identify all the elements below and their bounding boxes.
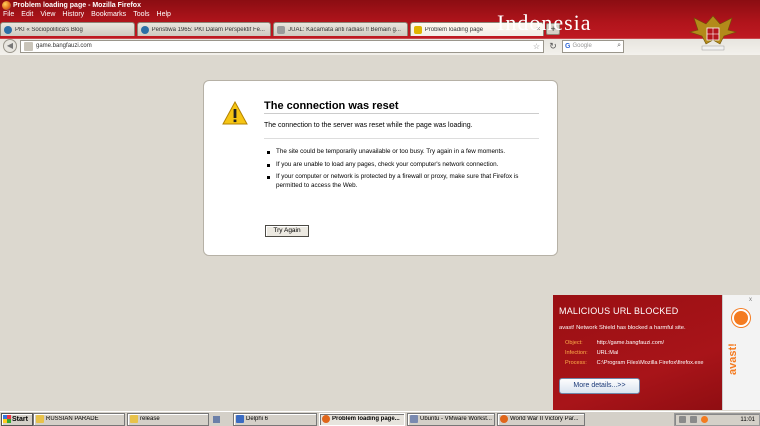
delphi-icon (236, 415, 244, 423)
taskbar-item-label: RUSSIAN PARADE (46, 416, 99, 422)
taskbar-item-ww2-parade[interactable]: World War II Victory Par... (497, 412, 585, 426)
page-icon (277, 25, 286, 34)
firefox-icon (322, 415, 330, 423)
avast-row-value: C:\Program Files\Mozilla Firefox\firefox… (596, 360, 704, 366)
reload-icon[interactable]: ↻ (547, 40, 559, 53)
avast-brand-panel: x avast! (722, 295, 760, 410)
avast-alert-message: avast! Network Shield has blocked a harm… (559, 325, 686, 331)
bookmark-star-icon[interactable]: ☆ (533, 42, 543, 51)
taskbar-item-label: Delphi 6 (246, 416, 269, 422)
network-icon[interactable] (690, 416, 697, 423)
url-text: game.bangfauzi.com (36, 43, 92, 49)
list-item: If your computer or network is protected… (267, 173, 537, 190)
page-icon (24, 41, 33, 51)
taskbar: Start RUSSIAN PARADE release Delphi 6 Pr… (0, 411, 760, 426)
avast-object-row: Object: http://game.bangfauzi.com/ (565, 340, 664, 346)
tab-label: JUAL: Kacamata anti radiasi !! Bemain g.… (288, 26, 401, 33)
error-short-description: The connection to the server was reset w… (264, 122, 473, 129)
clock: 11:01 (740, 416, 755, 423)
tab-jual-kacamata[interactable]: JUAL: Kacamata anti radiasi !! Bemain g.… (273, 22, 408, 36)
error-title: The connection was reset (264, 100, 399, 112)
wordpress-icon (4, 25, 12, 34)
google-icon: G (565, 42, 571, 50)
title-bar: Problem loading page - Mozilla Firefox (0, 0, 760, 11)
taskbar-item-russian-parade[interactable]: RUSSIAN PARADE (33, 412, 125, 426)
list-item: If you are unable to load any pages, che… (267, 161, 537, 170)
menu-history[interactable]: History (62, 11, 84, 21)
firefox-icon (2, 1, 11, 10)
browser-chrome: Problem loading page - Mozilla Firefox F… (0, 0, 760, 55)
taskbar-item-label: World War II Victory Par... (510, 416, 579, 422)
taskbar-item-firefox[interactable]: Problem loading page... (319, 412, 405, 426)
tab-strip: PKI « Sociopolitica's Blog Peristiwa 196… (0, 22, 560, 36)
divider (264, 113, 539, 114)
avast-tray-icon[interactable] (701, 416, 708, 423)
quick-launch (213, 413, 233, 426)
warning-icon (413, 25, 422, 34)
taskbar-item-delphi[interactable]: Delphi 6 (233, 412, 317, 426)
avast-infection-row: Infection: URL:Mal (565, 350, 618, 356)
search-bar[interactable]: G Google ⌕ (562, 39, 624, 53)
wordpress-icon (140, 25, 149, 34)
divider (264, 138, 539, 139)
windows-logo-icon (3, 415, 11, 423)
vmware-icon (410, 415, 418, 423)
search-icon[interactable]: ⌕ (617, 42, 623, 50)
tab-label: PKI « Sociopolitica's Blog (15, 26, 83, 33)
search-engine-label: Google (572, 43, 592, 49)
address-bar[interactable]: game.bangfauzi.com ☆ (20, 39, 544, 53)
taskbar-item-release[interactable]: release (127, 412, 209, 426)
menu-bar: File Edit View History Bookmarks Tools H… (0, 11, 171, 21)
quick-launch-icon[interactable] (213, 415, 220, 423)
taskbar-item-label: Problem loading page... (332, 416, 400, 422)
system-tray: 11:01 (674, 413, 760, 426)
avast-process-row: Process: C:\Program Files\Mozilla Firefo… (565, 360, 704, 366)
menu-bookmarks[interactable]: Bookmarks (91, 11, 126, 21)
start-button[interactable]: Start (1, 412, 33, 426)
warning-icon (222, 101, 248, 125)
avast-row-value: http://game.bangfauzi.com/ (596, 340, 665, 346)
list-item: The site could be temporarily unavailabl… (267, 148, 537, 157)
menu-edit[interactable]: Edit (21, 11, 33, 21)
start-label: Start (12, 415, 28, 423)
error-page-container: The connection was reset The connection … (203, 80, 558, 256)
volume-icon[interactable] (679, 416, 686, 423)
menu-tools[interactable]: Tools (133, 11, 149, 21)
tab-peristiwa-1965[interactable]: Peristiwa 1965: PKI Dalam Perspektif Fe.… (136, 22, 272, 36)
avast-logo-icon (732, 309, 750, 327)
avast-row-key: Infection: (565, 350, 588, 356)
tab-label: Peristiwa 1965: PKI Dalam Perspektif Fe.… (151, 26, 265, 33)
taskbar-item-label: release (140, 416, 160, 422)
window-title: Problem loading page - Mozilla Firefox (13, 2, 141, 9)
avast-row-key: Object: (565, 340, 583, 346)
menu-view[interactable]: View (40, 11, 55, 21)
persona-banner-title: Indonesia (497, 10, 592, 35)
try-again-button[interactable]: Try Again (265, 225, 309, 237)
taskbar-item-vmware[interactable]: Ubuntu - VMware Workst... (407, 412, 495, 426)
taskbar-item-label: Ubuntu - VMware Workst... (420, 416, 492, 422)
avast-brand-text: avast! (727, 343, 739, 375)
avast-row-key: Process: (565, 360, 587, 366)
error-suggestions-list: The site could be temporarily unavailabl… (267, 148, 537, 194)
folder-icon (36, 415, 44, 423)
more-details-button[interactable]: More details...>> (559, 378, 640, 394)
close-icon[interactable]: x (749, 297, 752, 303)
avast-alert-title: MALICIOUS URL BLOCKED (559, 306, 679, 316)
menu-file[interactable]: File (3, 11, 14, 21)
menu-help[interactable]: Help (157, 11, 171, 21)
avast-alert-popup: MALICIOUS URL BLOCKED avast! Network Shi… (553, 295, 760, 410)
navigation-bar: ◀ game.bangfauzi.com ☆ ↻ G Google ⌕ (0, 38, 760, 54)
firefox-icon (500, 415, 508, 423)
folder-icon (130, 415, 138, 423)
back-button[interactable]: ◀ (3, 39, 17, 53)
tab-sociopolitica[interactable]: PKI « Sociopolitica's Blog (0, 22, 135, 36)
avast-row-value: URL:Mal (596, 350, 619, 356)
